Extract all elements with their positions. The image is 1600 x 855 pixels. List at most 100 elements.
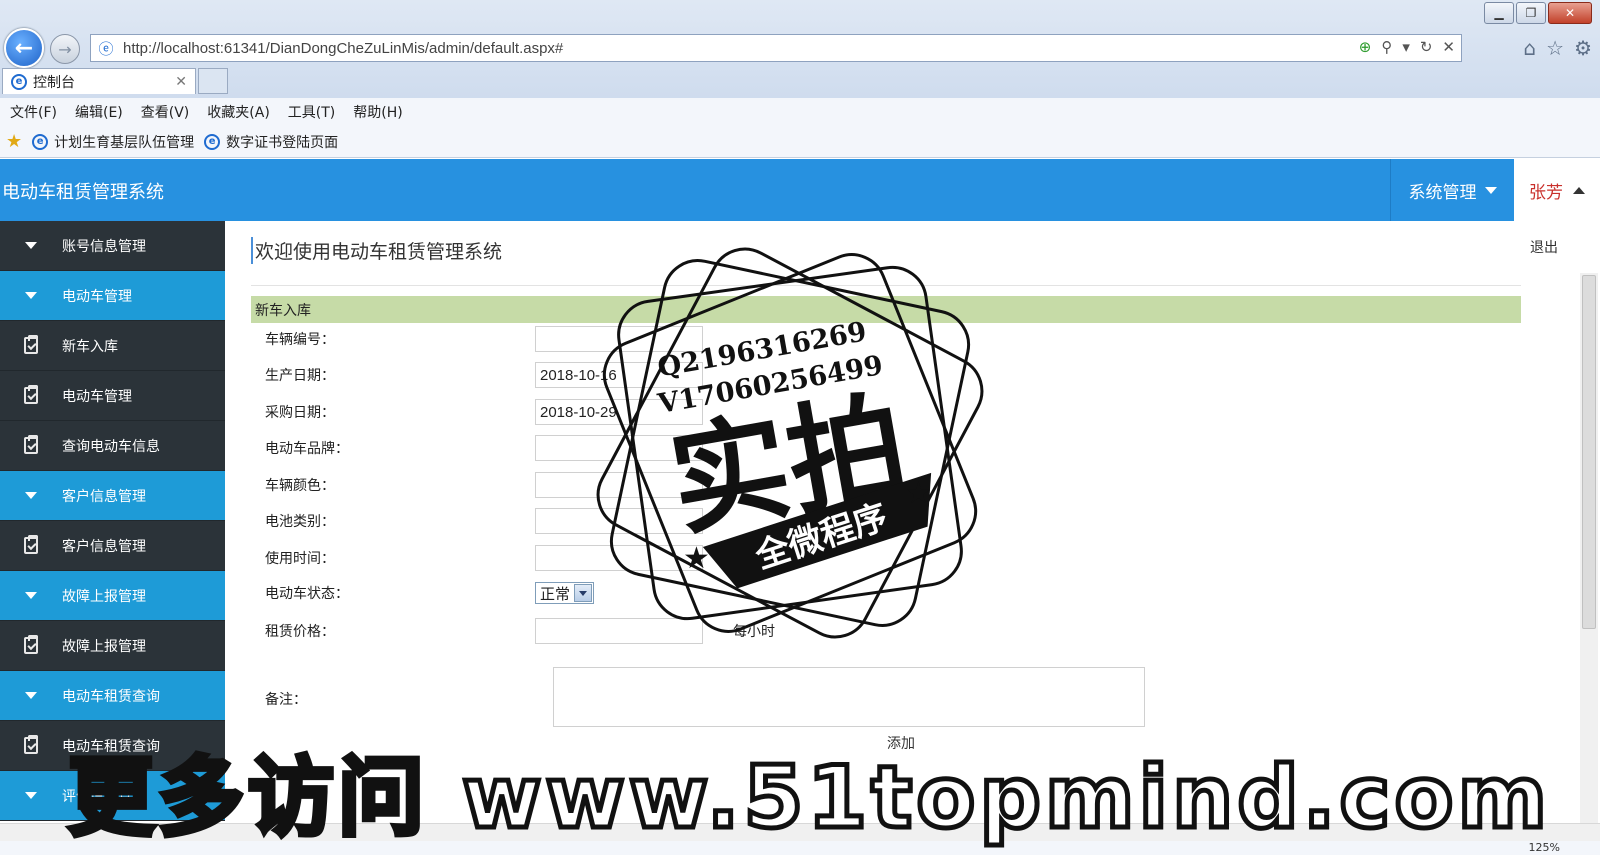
field-label: 采购日期：: [265, 405, 335, 421]
production-date-input[interactable]: 2018-10-16: [535, 362, 703, 388]
vertical-scrollbar[interactable]: [1580, 273, 1598, 855]
address-url[interactable]: http://localhost:61341/DianDongCheZuLinM…: [123, 40, 563, 57]
menu-tools[interactable]: 工具(T): [288, 102, 335, 122]
row-color: 车辆颜色：: [265, 472, 703, 498]
tab-close-icon[interactable]: ✕: [175, 74, 187, 90]
row-production-date: 生产日期： 2018-10-16: [265, 362, 703, 388]
sidebar-item-label: 故障上报管理: [62, 638, 146, 655]
field-label: 备注：: [265, 692, 307, 708]
sidebar-group-rentals[interactable]: 电动车租赁查询: [0, 671, 225, 721]
expand-triangle-icon: [25, 242, 37, 249]
sidebar-item-label: 评价信息管理: [62, 788, 146, 805]
user-menu[interactable]: 张芳: [1514, 159, 1600, 221]
panel-title: 新车入库: [251, 296, 1521, 323]
scrollbar-thumb[interactable]: [1582, 275, 1596, 629]
app-header: 电动车租赁管理系统 系统管理 张芳: [0, 159, 1600, 221]
horizontal-scrollbar[interactable]: [0, 823, 1600, 841]
favorites-add-icon[interactable]: ★: [6, 131, 22, 152]
sidebar-group-customers[interactable]: 客户信息管理: [0, 471, 225, 521]
menu-view[interactable]: 查看(V): [141, 102, 190, 122]
stop-icon[interactable]: ✕: [1442, 38, 1455, 56]
favorite-label: 计划生育基层队伍管理: [54, 134, 195, 151]
browser-tab[interactable]: e 控制台 ✕: [2, 68, 196, 94]
favorite-item[interactable]: e 计划生育基层队伍管理: [32, 132, 194, 152]
forward-button[interactable]: →: [50, 34, 80, 64]
row-remark: 备注：: [265, 689, 535, 709]
sidebar-item-faults[interactable]: 故障上报管理: [0, 621, 225, 671]
menu-bar: 文件(F) 编辑(E) 查看(V) 收藏夹(A) 工具(T) 帮助(H): [0, 98, 1600, 126]
price-input[interactable]: [535, 618, 703, 644]
menu-file[interactable]: 文件(F): [10, 102, 57, 122]
main-content: 欢迎使用电动车租赁管理系统 退出 新车入库 车辆编号： 生产日期： 2018-1…: [225, 221, 1600, 855]
search-icon[interactable]: ⚲: [1381, 38, 1392, 56]
price-unit: 每小时: [733, 624, 775, 640]
add-button[interactable]: 添加: [887, 733, 915, 753]
gear-icon[interactable]: ⚙: [1574, 36, 1592, 60]
sidebar-item-label: 查询电动车信息: [62, 438, 160, 455]
remark-textarea[interactable]: [553, 667, 1145, 727]
menu-edit[interactable]: 编辑(E): [75, 102, 123, 122]
zoom-level[interactable]: 125%: [1529, 841, 1560, 854]
favorite-label: 数字证书登陆页面: [226, 134, 339, 151]
system-menu[interactable]: 系统管理: [1390, 159, 1514, 221]
sidebar-item-label: 电动车租赁查询: [62, 738, 160, 755]
sidebar-group-ebike[interactable]: 电动车管理: [0, 271, 225, 321]
logout-link[interactable]: 退出: [1530, 237, 1558, 257]
sidebar-item-label: 新车入库: [62, 338, 118, 355]
clipboard-icon: [24, 385, 38, 404]
window-controls: ▁ ❐ ✕: [1484, 2, 1592, 24]
ie-page-icon: ⓔ: [98, 39, 114, 58]
sidebar-item-ebike-query[interactable]: 查询电动车信息: [0, 421, 225, 471]
field-label: 使用时间：: [265, 551, 335, 567]
sidebar-item-label: 客户信息管理: [62, 488, 146, 505]
refresh-icon[interactable]: ↻: [1420, 38, 1433, 56]
sidebar-item-customers[interactable]: 客户信息管理: [0, 521, 225, 571]
sidebar-item-rentals[interactable]: 电动车租赁查询: [0, 721, 225, 771]
row-purchase-date: 采购日期： 2018-10-29: [265, 399, 703, 425]
ie-icon: e: [204, 133, 221, 150]
sidebar-group-faults[interactable]: 故障上报管理: [0, 571, 225, 621]
field-label: 电动车状态：: [265, 586, 349, 602]
back-button[interactable]: ←: [4, 28, 44, 68]
toolbar-icons: ⌂ ☆ ⚙: [1523, 36, 1592, 60]
status-select[interactable]: 正常: [535, 582, 595, 604]
minimize-button[interactable]: ▁: [1484, 2, 1514, 24]
favorites-star-icon[interactable]: ☆: [1546, 36, 1564, 60]
address-bar[interactable]: ⓔ http://localhost:61341/DianDongCheZuLi…: [90, 34, 1462, 62]
ie-tab-icon: e: [11, 73, 27, 90]
usage-time-input[interactable]: [535, 545, 703, 571]
compat-view-icon[interactable]: ⊕: [1359, 38, 1372, 56]
expand-triangle-icon: [25, 492, 37, 499]
brand-input[interactable]: [535, 435, 703, 461]
row-brand: 电动车品牌：: [265, 435, 703, 461]
chevron-down-icon: [574, 584, 593, 602]
close-window-button[interactable]: ✕: [1548, 2, 1592, 24]
sidebar: 账号信息管理 电动车管理 新车入库 电动车管理 查询电动车信息 客户信息管理 客…: [0, 221, 225, 821]
sidebar-item-ebike-manage[interactable]: 电动车管理: [0, 371, 225, 421]
restore-button[interactable]: ❐: [1516, 2, 1546, 24]
expand-triangle-icon: [25, 292, 37, 299]
sidebar-item-new-vehicle[interactable]: 新车入库: [0, 321, 225, 371]
sidebar-item-label: 客户信息管理: [62, 538, 146, 555]
row-price: 租赁价格： 每小时: [265, 618, 775, 644]
caret-down-icon: [1484, 186, 1497, 194]
browser-chrome: ▁ ❐ ✕ ← → ⓔ http://localhost:61341/DianD…: [0, 0, 1600, 98]
menu-favorites[interactable]: 收藏夹(A): [207, 102, 270, 122]
field-label: 生产日期：: [265, 368, 335, 384]
sidebar-group-accounts[interactable]: 账号信息管理: [0, 221, 225, 271]
dropdown-icon[interactable]: ▾: [1402, 38, 1410, 56]
sidebar-item-label: 电动车租赁查询: [62, 688, 160, 705]
row-usage-time: 使用时间：: [265, 545, 703, 571]
favorite-item[interactable]: e 数字证书登陆页面: [204, 132, 338, 152]
field-label: 租赁价格：: [265, 624, 335, 640]
new-tab-button[interactable]: [198, 68, 228, 94]
vehicle-no-input[interactable]: [535, 326, 703, 352]
sidebar-group-reviews[interactable]: 评价信息管理: [0, 771, 225, 821]
home-icon[interactable]: ⌂: [1523, 36, 1536, 60]
field-label: 电池类别：: [265, 514, 335, 530]
color-input[interactable]: [535, 472, 703, 498]
battery-input[interactable]: [535, 508, 703, 534]
ie-icon: e: [32, 133, 49, 150]
purchase-date-input[interactable]: 2018-10-29: [535, 399, 703, 425]
menu-help[interactable]: 帮助(H): [353, 102, 402, 122]
